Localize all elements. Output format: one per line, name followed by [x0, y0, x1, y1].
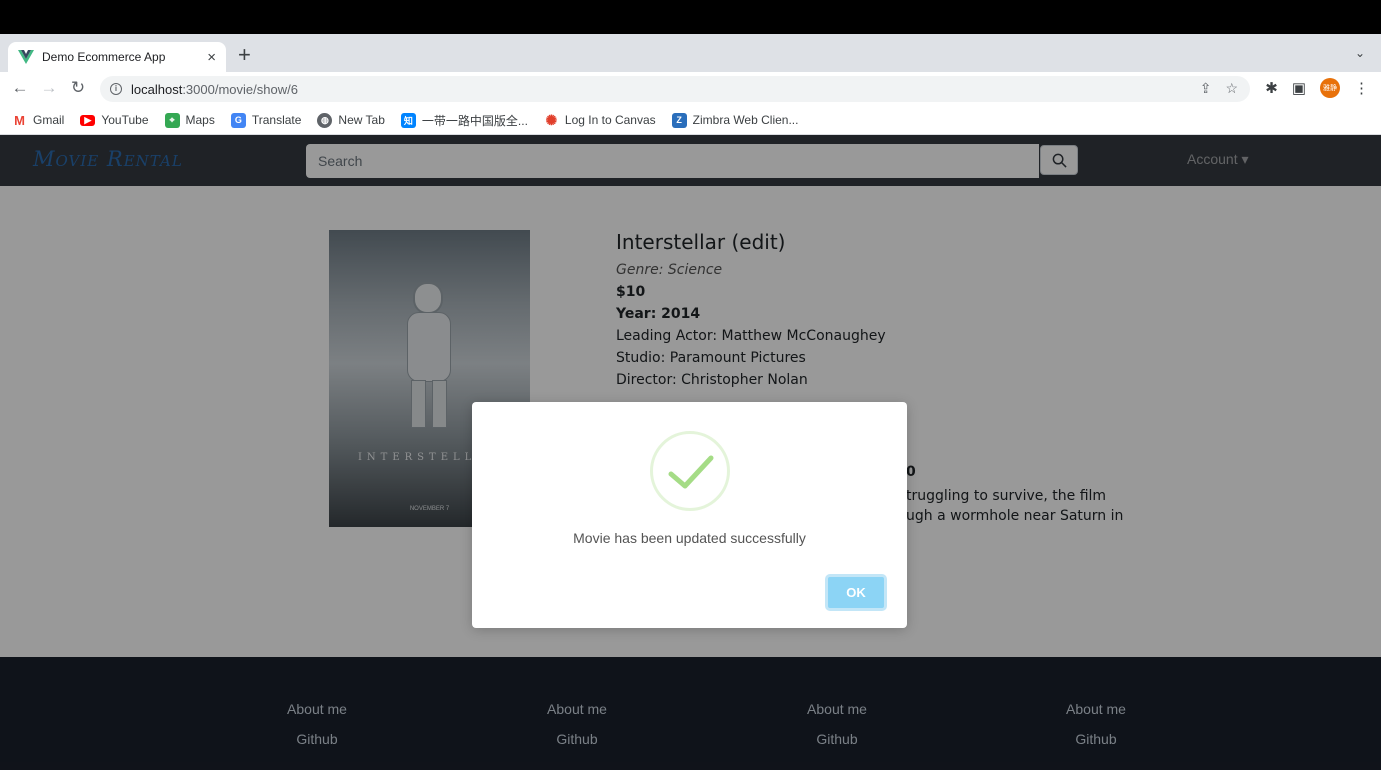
browser-tab[interactable]: Demo Ecommerce App × [8, 42, 226, 72]
bookmark-label: YouTube [101, 113, 149, 127]
tab-title: Demo Ecommerce App [42, 50, 166, 64]
share-icon[interactable]: ⇪ [1200, 80, 1212, 97]
dialog-message: Movie has been updated successfully [573, 530, 806, 546]
bookmark-label: Translate [251, 113, 302, 127]
bookmarks-bar: M Gmail ▶ YouTube ⌖ Maps G Translate ◍ New Ta… [0, 106, 1381, 135]
info-icon[interactable]: i [110, 83, 122, 95]
bookmark-youtube[interactable]: ▶ YouTube [80, 113, 149, 127]
bookmark-gmail[interactable]: M Gmail [12, 112, 65, 128]
url-path: :3000/movie/show/6 [182, 81, 298, 97]
bookmark-zimbra[interactable]: Z Zimbra Web Clien... [671, 112, 799, 128]
side-panel-icon[interactable]: ▣ [1292, 79, 1306, 97]
bookmark-translate[interactable]: G Translate [230, 112, 302, 128]
bookmark-label: Maps [185, 113, 215, 127]
maps-icon: ⌖ [164, 112, 180, 128]
tab-strip: Demo Ecommerce App × + ⌄ [0, 34, 1381, 72]
url-host: localhost [131, 81, 183, 97]
bookmark-zhihu[interactable]: 知一带一路中国版全... [400, 112, 528, 129]
forward-icon[interactable]: → [39, 79, 59, 97]
extensions-icon[interactable]: ✱ [1265, 79, 1278, 97]
web-page: Movie Rental Search Account ▾ INTERSTELL… [0, 135, 1381, 770]
bookmark-label: Zimbra Web Clien... [692, 113, 799, 127]
close-icon[interactable]: × [207, 49, 216, 66]
kebab-menu-icon[interactable]: ⋮ [1354, 79, 1369, 97]
success-check-icon [650, 431, 730, 511]
new-tab-icon[interactable]: + [238, 44, 251, 66]
canvas-icon: ✺ [543, 111, 559, 128]
screen-top-bar [0, 0, 1381, 34]
address-bar-row: ← → ↻ i localhost:3000/movie/show/6 ⇪ ☆ … [0, 72, 1381, 106]
bookmark-new-tab[interactable]: ◍ New Tab [317, 112, 385, 128]
bookmark-label: 一带一路中国版全... [421, 113, 528, 128]
bookmark-maps[interactable]: ⌖ Maps [164, 112, 215, 128]
reload-icon[interactable]: ↻ [68, 79, 88, 97]
back-icon[interactable]: ← [10, 79, 30, 97]
zimbra-icon: Z [671, 112, 687, 128]
youtube-icon: ▶ [80, 114, 96, 126]
zhihu-icon: 知 [400, 112, 416, 128]
bookmark-canvas[interactable]: ✺ Log In to Canvas [543, 111, 656, 128]
profile-avatar[interactable]: 雅静 [1320, 78, 1340, 98]
bookmark-label: Log In to Canvas [564, 113, 656, 127]
ok-button[interactable]: OK [825, 574, 887, 611]
bookmark-label: Gmail [33, 113, 65, 127]
omnibox[interactable]: i localhost:3000/movie/show/6 ⇪ ☆ [100, 76, 1250, 102]
chevron-down-icon[interactable]: ⌄ [1355, 46, 1365, 60]
vue-logo-icon [18, 50, 34, 64]
checkmark-icon [668, 455, 714, 489]
globe-icon: ◍ [317, 112, 333, 128]
success-dialog: Movie has been updated successfully OK [472, 402, 907, 628]
bookmark-label: New Tab [338, 113, 385, 127]
translate-icon: G [230, 112, 246, 128]
gmail-icon: M [12, 112, 27, 128]
star-icon[interactable]: ☆ [1225, 80, 1238, 97]
